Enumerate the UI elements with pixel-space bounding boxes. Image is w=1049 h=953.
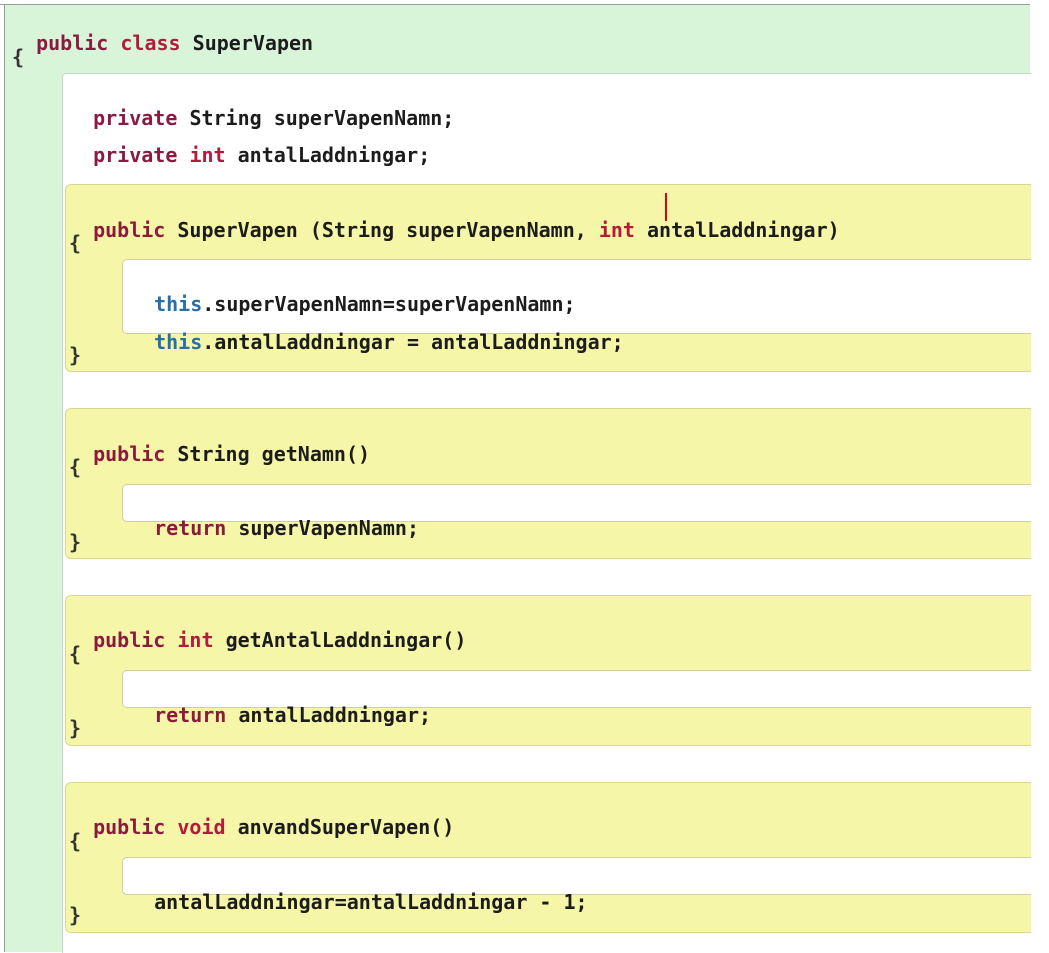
constructor-close-brace: }	[69, 343, 82, 367]
method-signature: anvandSuperVapen()	[237, 815, 455, 839]
constructor-signature-comma: ,	[574, 218, 599, 242]
constructor-open-brace: {	[69, 231, 82, 255]
method-getantal-close-brace: }	[69, 716, 82, 740]
field-line-antalladdningar[interactable]: private int antalLaddningar;	[69, 119, 430, 167]
constructor-signature-line[interactable]: public SuperVapen (String superVapenNamn…	[69, 194, 840, 242]
method-signature: getAntalLaddningar()	[225, 628, 467, 652]
keyword-int: int	[598, 218, 635, 242]
text-cursor	[665, 193, 667, 221]
statement-text: antalLaddningar;	[238, 703, 432, 727]
keyword-int: int	[177, 628, 214, 652]
keyword-public: public	[93, 628, 166, 652]
method-getnamn-statement[interactable]: return superVapenNamn;	[130, 492, 419, 540]
constructor-statement-1[interactable]: this.superVapenNamn=superVapenNamn;	[130, 268, 575, 316]
method-getnamn-open-brace: {	[69, 455, 82, 479]
constructor-statement-2[interactable]: this.antalLaddningar = antalLaddningar;	[130, 306, 624, 354]
method-signature: String getNamn()	[177, 442, 371, 466]
statement-text: .antalLaddningar = antalLaddningar;	[202, 330, 624, 354]
keyword-public: public	[93, 218, 166, 242]
constructor-signature-part: SuperVapen (String superVapenNamn	[177, 218, 575, 242]
keyword-return: return	[154, 703, 227, 727]
keyword-return: return	[154, 516, 227, 540]
method-anvand-statement[interactable]: antalLaddningar=antalLaddningar - 1;	[130, 866, 587, 914]
class-declaration-line[interactable]: public class SuperVapen	[12, 7, 313, 55]
keyword-public: public	[93, 815, 166, 839]
statement-text: antalLaddningar=antalLaddningar - 1;	[154, 890, 588, 914]
method-getantal-statement[interactable]: return antalLaddningar;	[130, 679, 431, 727]
method-getantal-signature-line[interactable]: public int getAntalLaddningar()	[69, 604, 466, 652]
method-getnamn-signature-line[interactable]: public String getNamn()	[69, 418, 370, 466]
keyword-int: int	[189, 143, 226, 167]
method-anvand-close-brace: }	[69, 903, 82, 927]
method-anvand-open-brace: {	[69, 829, 82, 853]
method-getantal-open-brace: {	[69, 642, 82, 666]
keyword-class: class	[120, 31, 181, 55]
constructor-signature-param: antalLaddningar)	[647, 218, 840, 242]
field-name: antalLaddningar;	[237, 143, 431, 167]
method-getnamn-close-brace: }	[69, 530, 82, 554]
class-open-brace: {	[12, 45, 25, 69]
method-anvand-signature-line[interactable]: public void anvandSuperVapen()	[69, 791, 454, 839]
keyword-this: this	[154, 330, 203, 354]
keyword-public: public	[36, 31, 109, 55]
field-line-supervapennamn[interactable]: private String superVapenNamn;	[69, 82, 454, 130]
keyword-public: public	[93, 442, 166, 466]
keyword-private: private	[93, 143, 178, 167]
statement-text: superVapenNamn;	[238, 516, 420, 540]
keyword-void: void	[177, 815, 226, 839]
class-name: SuperVapen	[192, 31, 314, 55]
